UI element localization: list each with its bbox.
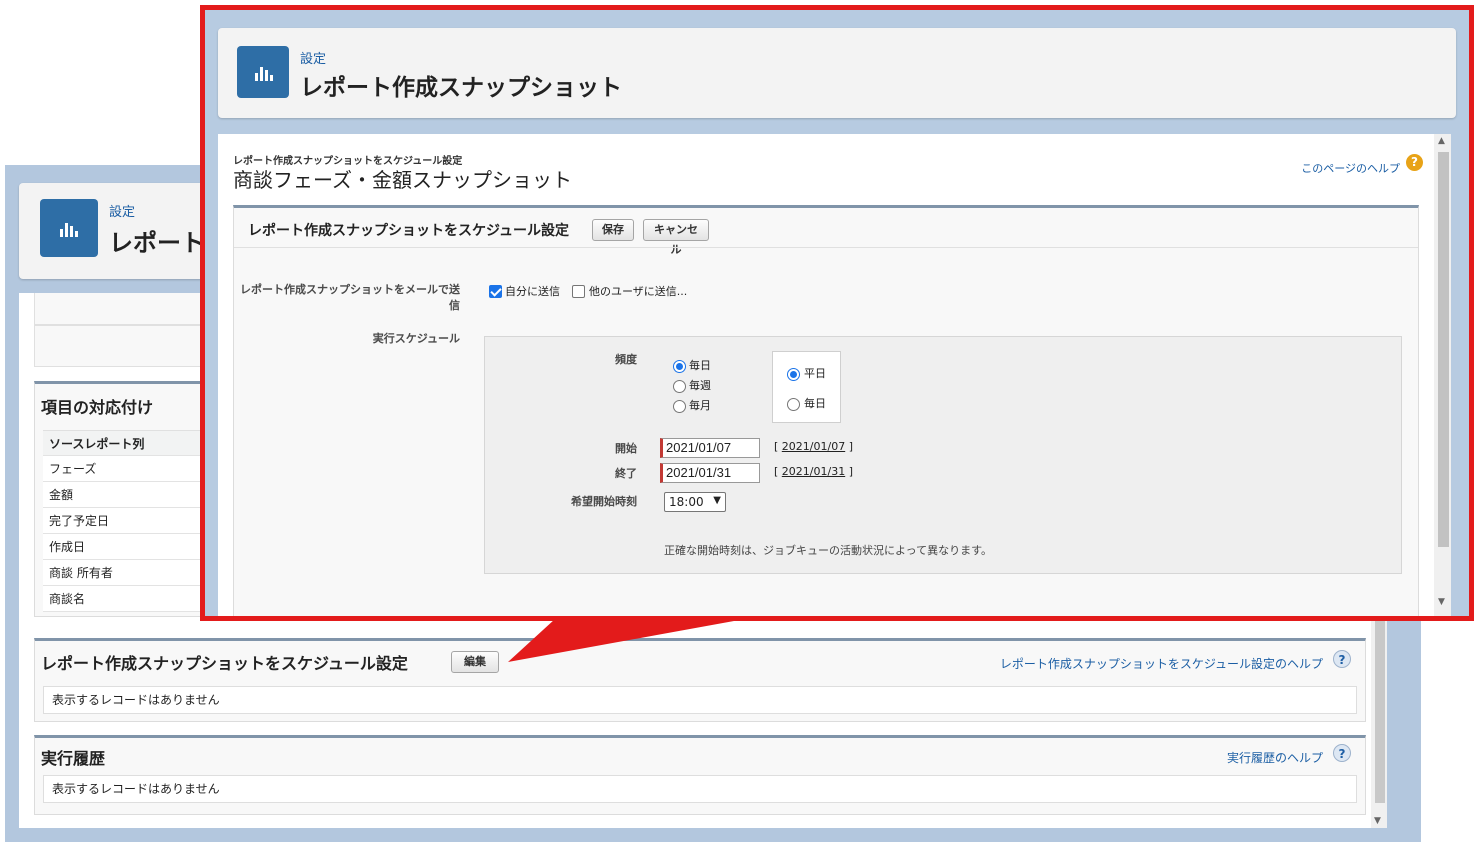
page-title: レポート作成スナップショット [300, 75, 622, 101]
report-app-icon [237, 46, 289, 98]
start-label: 開始 [615, 442, 637, 455]
frequency-weekly-radio[interactable] [673, 380, 686, 393]
scroll-up-arrow-icon[interactable]: ▲ [1438, 136, 1445, 146]
bar-chart-icon [60, 221, 78, 237]
foreground-page-header: 設定 レポート作成スナップショット [218, 28, 1456, 118]
start-time-note: 正確な開始時刻は、ジョブキューの活動状況によって異なります。 [664, 544, 993, 557]
frequency-option-label: 毎日 [689, 359, 711, 372]
run-history-empty-message: 表示するレコードはありません [43, 775, 1357, 803]
every-day-radio[interactable] [787, 398, 800, 411]
schedule-form-panel: レポート作成スナップショットをスケジュール設定 保存 キャンセル レポート作成ス… [233, 205, 1419, 616]
start-date-input[interactable]: 2021/01/07 [660, 438, 760, 458]
mapping-row: 作成日 [43, 534, 213, 560]
run-history-panel: 実行履歴 実行履歴のヘルプ ? 表示するレコードはありません [34, 735, 1366, 815]
daily-option-label: 毎日 [804, 397, 826, 410]
mapping-row: 金額 [43, 482, 213, 508]
field-mapping-title: 項目の対応付け [41, 398, 154, 417]
breadcrumb-setup[interactable]: 設定 [109, 201, 135, 220]
start-date-link[interactable]: [ 2021/01/07 ] [774, 440, 853, 453]
schedule-panel: レポート作成スナップショットをスケジュール設定 編集 レポート作成スナップショッ… [34, 638, 1366, 722]
chevron-down-icon: ▼ [713, 495, 721, 506]
frequency-label: 頻度 [615, 353, 637, 366]
daily-option-label: 平日 [804, 367, 826, 380]
foreground-scrollbar[interactable]: ▲ ▼ [1434, 134, 1451, 616]
edit-button[interactable]: 編集 [451, 651, 499, 673]
schedule-panel-title: レポート作成スナップショットをスケジュール設定 [41, 654, 408, 673]
daily-options-box: 平日 毎日 [772, 351, 841, 423]
end-date-link[interactable]: [ 2021/01/31 ] [774, 465, 853, 478]
breadcrumb-setup[interactable]: 設定 [300, 48, 326, 67]
frequency-option-label: 毎週 [689, 379, 711, 392]
mapping-row: 商談 所有者 [43, 560, 213, 586]
weekdays-radio[interactable] [787, 368, 800, 381]
run-history-help-link[interactable]: 実行履歴のヘルプ [1227, 749, 1323, 766]
cancel-button[interactable]: キャンセル [643, 219, 709, 256]
help-icon[interactable]: ? [1333, 650, 1351, 668]
scroll-down-arrow-icon[interactable]: ▼ [1438, 597, 1445, 607]
frequency-daily-radio[interactable] [673, 360, 686, 373]
help-icon[interactable]: ? [1333, 744, 1351, 762]
mapping-row: 完了予定日 [43, 508, 213, 534]
end-date-input[interactable]: 2021/01/31 [660, 463, 760, 483]
end-date-today[interactable]: 2021/01/31 [782, 465, 845, 478]
schedule-box: 頻度 毎日 毎週 毎月 平日 毎日 開始 2021/01/07 [ 2021/0… [484, 336, 1402, 574]
end-label: 終了 [615, 467, 637, 480]
report-app-icon [40, 199, 98, 257]
preferred-time-value: 18:00 [669, 495, 704, 509]
mapping-column-header: ソースレポート列 [43, 430, 213, 456]
send-to-others-checkbox[interactable] [572, 285, 585, 298]
help-icon[interactable]: ? [1406, 154, 1423, 171]
preferred-time-label: 希望開始時刻 [571, 495, 637, 508]
scrollbar-thumb[interactable] [1438, 152, 1449, 547]
start-date-today[interactable]: 2021/01/07 [782, 440, 845, 453]
divider [234, 247, 1418, 248]
page-heading: 商談フェーズ・金額スナップショット [233, 168, 572, 192]
save-button[interactable]: 保存 [592, 219, 634, 241]
frequency-option-label: 毎月 [689, 399, 711, 412]
send-to-self-label: 自分に送信 [505, 285, 560, 298]
page-title: レポート [109, 229, 205, 257]
frequency-monthly-radio[interactable] [673, 400, 686, 413]
scroll-down-arrow-icon[interactable]: ▼ [1374, 816, 1381, 826]
zoomed-callout-window: 設定 レポート作成スナップショット レポート作成スナップショットをスケジュール設… [200, 5, 1474, 621]
send-to-others-label: 他のユーザに送信... [589, 285, 688, 298]
preferred-time-select[interactable]: 18:00 ▼ [664, 492, 726, 512]
run-history-title: 実行履歴 [41, 749, 106, 768]
send-to-self-checkbox[interactable] [489, 285, 502, 298]
foreground-content: レポート作成スナップショットをスケジュール設定 商談フェーズ・金額スナップショッ… [218, 134, 1434, 616]
schedule-empty-message: 表示するレコードはありません [43, 686, 1357, 714]
mapping-row: 商談名 [43, 586, 213, 612]
mapping-row: フェーズ [43, 456, 213, 482]
form-section-title: レポート作成スナップショットをスケジュール設定 [248, 223, 570, 239]
bar-chart-icon [255, 65, 273, 81]
schedule-label: 実行スケジュール [372, 332, 460, 345]
email-label: レポート作成スナップショットをメールで送信 [240, 283, 460, 312]
page-help-link[interactable]: このページのヘルプ [1301, 160, 1400, 176]
schedule-help-link[interactable]: レポート作成スナップショットをスケジュール設定のヘルプ [1000, 655, 1323, 672]
